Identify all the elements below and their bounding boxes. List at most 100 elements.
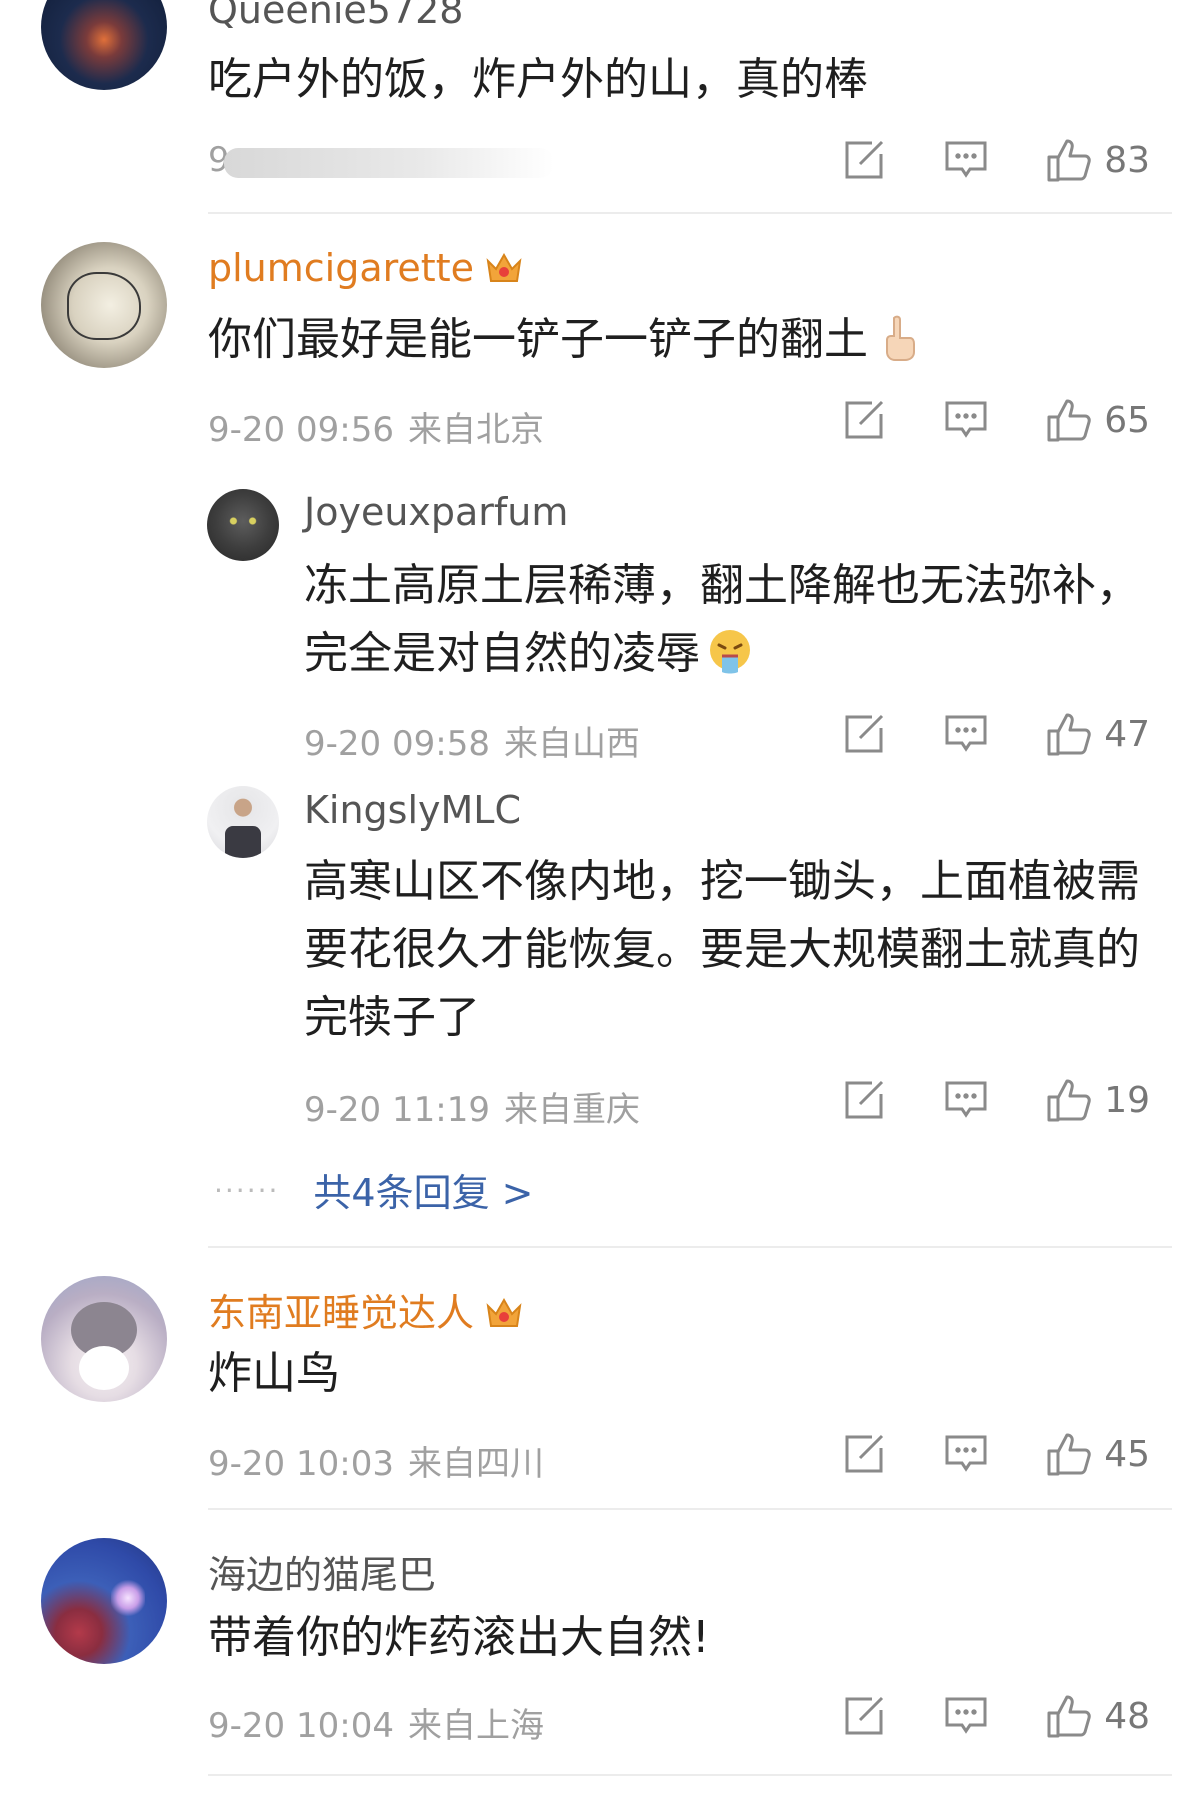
- avatar-bunny-belly: [79, 1346, 129, 1390]
- comment-text: 带着你的炸药滚出大自然!: [208, 1612, 710, 1663]
- avatar[interactable]: [41, 0, 167, 90]
- edit-share-icon: [845, 1434, 884, 1473]
- comment-bubble-icon: [945, 141, 987, 178]
- comment-meta: 9-20 10:04 来自上海: [208, 1698, 544, 1747]
- reply-button[interactable]: [944, 714, 988, 754]
- share-button[interactable]: [842, 138, 886, 182]
- comment-bubble-icon: [945, 1081, 987, 1118]
- like-count: 19: [1104, 1079, 1150, 1121]
- reply-text: 高寒山区不像内地，挖一锄头，上面植被需要花很久才能恢复。要是大规模翻土就真的完犊…: [304, 856, 1140, 1043]
- comment-username[interactable]: 海边的猫尾巴: [208, 1544, 436, 1599]
- comment-location: 来自上海: [407, 1706, 544, 1746]
- reply-username[interactable]: Joyeuxparfum: [304, 490, 568, 534]
- thumbs-up-icon: [1047, 1695, 1091, 1738]
- reply-button[interactable]: [944, 140, 988, 180]
- comment-text: 你们最好是能一铲子一铲子的翻土: [208, 306, 922, 374]
- crown-badge-icon: [486, 252, 522, 282]
- like-count: 65: [1104, 399, 1150, 441]
- avatar-cat-eyes: [227, 517, 259, 525]
- divider: [208, 1508, 1172, 1510]
- view-more-replies-link[interactable]: ······ 共4条回复 >: [214, 1162, 534, 1217]
- like-count: 83: [1104, 139, 1150, 181]
- like-count: 48: [1104, 1695, 1150, 1737]
- reply-avatar[interactable]: [207, 489, 279, 561]
- avatar[interactable]: [41, 1538, 167, 1664]
- share-button[interactable]: [842, 1694, 886, 1738]
- comment-bubble-icon: [945, 1697, 987, 1734]
- comment-username[interactable]: Queenie5728: [208, 0, 463, 32]
- username-text: plumcigarette: [208, 246, 474, 290]
- comment-username[interactable]: 东南亚睡觉达人: [208, 1282, 524, 1337]
- comment-username[interactable]: plumcigarette: [208, 246, 524, 290]
- comment-bubble-icon: [945, 715, 987, 752]
- like-button[interactable]: 45: [1046, 1430, 1150, 1478]
- thumbs-up-icon: [1047, 713, 1091, 756]
- edit-share-icon: [845, 1696, 884, 1735]
- like-button[interactable]: 47: [1046, 710, 1150, 758]
- like-count: 45: [1104, 1433, 1150, 1475]
- comment-actions: 65: [842, 396, 1150, 444]
- comment-time: 9-20 09:56: [208, 410, 394, 450]
- blurred-meta: [224, 148, 554, 178]
- comment-location: 来自北京: [407, 410, 544, 450]
- username-text: 东南亚睡觉达人: [208, 1291, 475, 1335]
- share-button[interactable]: [842, 1432, 886, 1476]
- reply-username[interactable]: KingslyMLC: [304, 788, 521, 832]
- reply-actions: 47: [842, 710, 1150, 758]
- comment-text-body: 你们最好是能一铲子一铲子的翻土: [208, 314, 868, 365]
- crown-badge-icon: [486, 1297, 522, 1327]
- vomiting-face-emoji: [710, 630, 750, 674]
- more-dots: ······: [214, 1174, 280, 1207]
- avatar-shirt: [225, 826, 261, 858]
- reply-location: 来自重庆: [503, 1090, 640, 1130]
- like-count: 47: [1104, 713, 1150, 755]
- share-button[interactable]: [842, 1078, 886, 1122]
- comment-meta: 9-20 10:03 来自四川: [208, 1436, 544, 1485]
- pointing-up-finger-emoji: [886, 315, 915, 361]
- share-button[interactable]: [842, 712, 886, 756]
- edit-share-icon: [845, 714, 884, 753]
- avatar[interactable]: [41, 1276, 167, 1402]
- reply-button[interactable]: [944, 1696, 988, 1736]
- like-button[interactable]: 65: [1046, 396, 1150, 444]
- share-button[interactable]: [842, 398, 886, 442]
- reply-button[interactable]: [944, 400, 988, 440]
- comment-time: 9-20 10:04: [208, 1706, 394, 1746]
- divider: [208, 1246, 1172, 1248]
- comment-time: 9-20 10:03: [208, 1444, 394, 1484]
- thumbs-up-icon: [1047, 139, 1091, 182]
- reply-button[interactable]: [944, 1434, 988, 1474]
- comment-actions: 45: [842, 1430, 1150, 1478]
- more-replies-text: 共4条回复 >: [313, 1171, 534, 1215]
- reply-time: 9-20 09:58: [304, 724, 490, 764]
- like-button[interactable]: 83: [1046, 136, 1150, 184]
- reply-time: 9-20 11:19: [304, 1090, 490, 1130]
- comment-text: 炸山鸟: [208, 1348, 340, 1399]
- comment-location: 来自四川: [407, 1444, 544, 1484]
- reply-location: 来自山西: [503, 724, 640, 764]
- avatar-lights: [111, 1578, 145, 1618]
- thumbs-up-icon: [1047, 1433, 1091, 1476]
- edit-share-icon: [845, 1080, 884, 1119]
- reply-avatar[interactable]: [207, 786, 279, 858]
- reply-actions: 19: [842, 1076, 1150, 1124]
- like-button[interactable]: 48: [1046, 1692, 1150, 1740]
- reply-meta: 9-20 09:58 来自山西: [304, 716, 640, 765]
- reply-button[interactable]: [944, 1080, 988, 1120]
- comment-bubble-icon: [945, 401, 987, 438]
- comment-actions: 83: [842, 136, 1150, 184]
- reply-meta: 9-20 11:19 来自重庆: [304, 1082, 640, 1131]
- thumbs-up-icon: [1047, 1079, 1091, 1122]
- divider: [208, 1774, 1172, 1776]
- like-button[interactable]: 19: [1046, 1076, 1150, 1124]
- reply-text: 冻土高原土层稀薄，翻土降解也无法弥补，完全是对自然的凌辱: [304, 552, 1154, 688]
- edit-share-icon: [845, 400, 884, 439]
- edit-share-icon: [845, 140, 884, 179]
- divider: [208, 212, 1172, 214]
- comment-bubble-icon: [945, 1435, 987, 1472]
- comment-text: 吃户外的饭，炸户外的山，真的棒: [208, 54, 868, 105]
- avatar[interactable]: [41, 242, 167, 368]
- comment-meta: 9-20 09:56 来自北京: [208, 402, 544, 451]
- thumbs-up-icon: [1047, 399, 1091, 442]
- avatar-manga-lines: [67, 272, 141, 340]
